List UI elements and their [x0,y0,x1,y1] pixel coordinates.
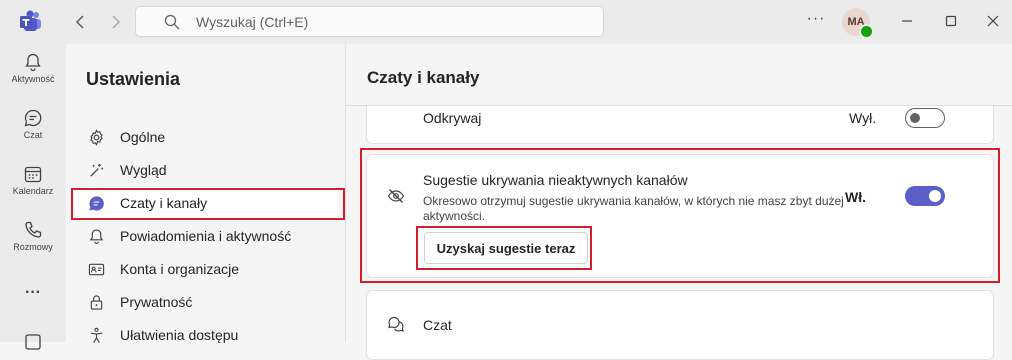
chat-card-label: Czat [423,317,452,333]
settings-panel: Ustawienia Ogólne Wygląd Czaty i kanały … [66,44,346,343]
discover-state: Wył. [849,110,877,126]
more-apps-button[interactable]: ··· [0,284,66,302]
settings-item-chats-channels[interactable]: Czaty i kanały [74,187,338,219]
scroll-clip: Odkrywaj Wył. [366,106,994,148]
settings-item-appearance[interactable]: Wygląd [74,154,338,186]
suggestions-toggle[interactable] [905,186,945,206]
title-bar: ··· MA [0,0,1012,44]
bell-icon [89,229,104,244]
settings-item-label: Prywatność [120,294,193,310]
settings-item-label: Czaty i kanały [120,195,208,211]
settings-item-privacy[interactable]: Prywatność [74,286,338,318]
search-box[interactable] [135,6,604,37]
settings-item-label: Ułatwienia dostępu [120,327,239,343]
presence-status-icon [859,24,874,39]
eye-off-icon [387,189,405,203]
lock-icon [90,295,103,310]
gear-icon [90,129,103,146]
suggestions-title: Sugestie ukrywania nieaktywnych kanałów [423,172,688,188]
settings-item-general[interactable]: Ogólne [74,121,338,153]
suggestions-description: Okresowo otrzymuj sugestie ukrywania kan… [423,194,844,223]
search-input[interactable] [196,7,576,36]
app-rail: Aktywność Czat Kalendarz Rozmowy ··· [0,44,66,350]
apps-icon[interactable] [23,332,43,352]
settings-item-label: Ogólne [120,129,166,145]
close-icon[interactable] [982,10,1004,32]
rail-item-activity[interactable]: Aktywność [0,52,66,84]
chat-card[interactable]: Czat [366,290,994,360]
settings-item-label: Wygląd [120,162,167,178]
suggestions-state: Wł. [845,189,866,205]
suggestions-card: Sugestie ukrywania nieaktywnych kanałów … [366,154,994,278]
rail-label: Czat [23,130,43,140]
teams-logo-icon [20,10,41,31]
page-title: Czaty i kanały [367,68,480,87]
accessibility-icon [90,327,103,343]
chevron-left-icon [75,15,84,29]
settings-item-accessibility[interactable]: Ułatwienia dostępu [74,319,338,351]
settings-item-accounts[interactable]: Konta i organizacje [74,253,338,285]
more-options-button[interactable]: ··· [806,10,826,32]
rail-item-chat[interactable]: Czat [0,108,66,140]
forward-button[interactable] [104,11,126,33]
phone-icon [25,221,42,238]
toggle-knob [910,113,920,123]
toggle-knob [929,190,941,202]
discover-toggle[interactable] [905,108,945,128]
back-button[interactable] [70,11,92,33]
id-card-icon [88,263,105,276]
magic-wand-icon [90,163,104,177]
rail-item-calendar[interactable]: Kalendarz [0,164,66,196]
chat-icon [388,316,404,332]
rail-label: Kalendarz [12,186,54,196]
settings-title: Ustawienia [86,69,181,89]
discover-card: Odkrywaj Wył. [366,106,994,144]
discover-label: Odkrywaj [423,110,482,126]
search-icon [164,14,180,30]
rail-item-calls[interactable]: Rozmowy [0,220,66,252]
chevron-right-icon [112,15,121,29]
content-panel: Czaty i kanały Odkrywaj Wył. Sugestie uk… [346,44,1012,360]
chat-icon [24,109,42,127]
chat-bubble-icon [89,196,104,211]
calendar-icon [24,166,42,183]
settings-item-notifications[interactable]: Powiadomienia i aktywność [74,220,338,252]
rail-label: Aktywność [11,74,55,84]
bell-icon [25,53,41,72]
settings-item-label: Konta i organizacje [120,261,240,277]
maximize-icon[interactable] [940,10,962,32]
get-suggestions-button[interactable]: Uzyskaj sugestie teraz [424,232,588,264]
rail-label: Rozmowy [13,242,53,252]
minimize-icon[interactable] [896,10,918,32]
settings-item-label: Powiadomienia i aktywność [120,228,292,244]
